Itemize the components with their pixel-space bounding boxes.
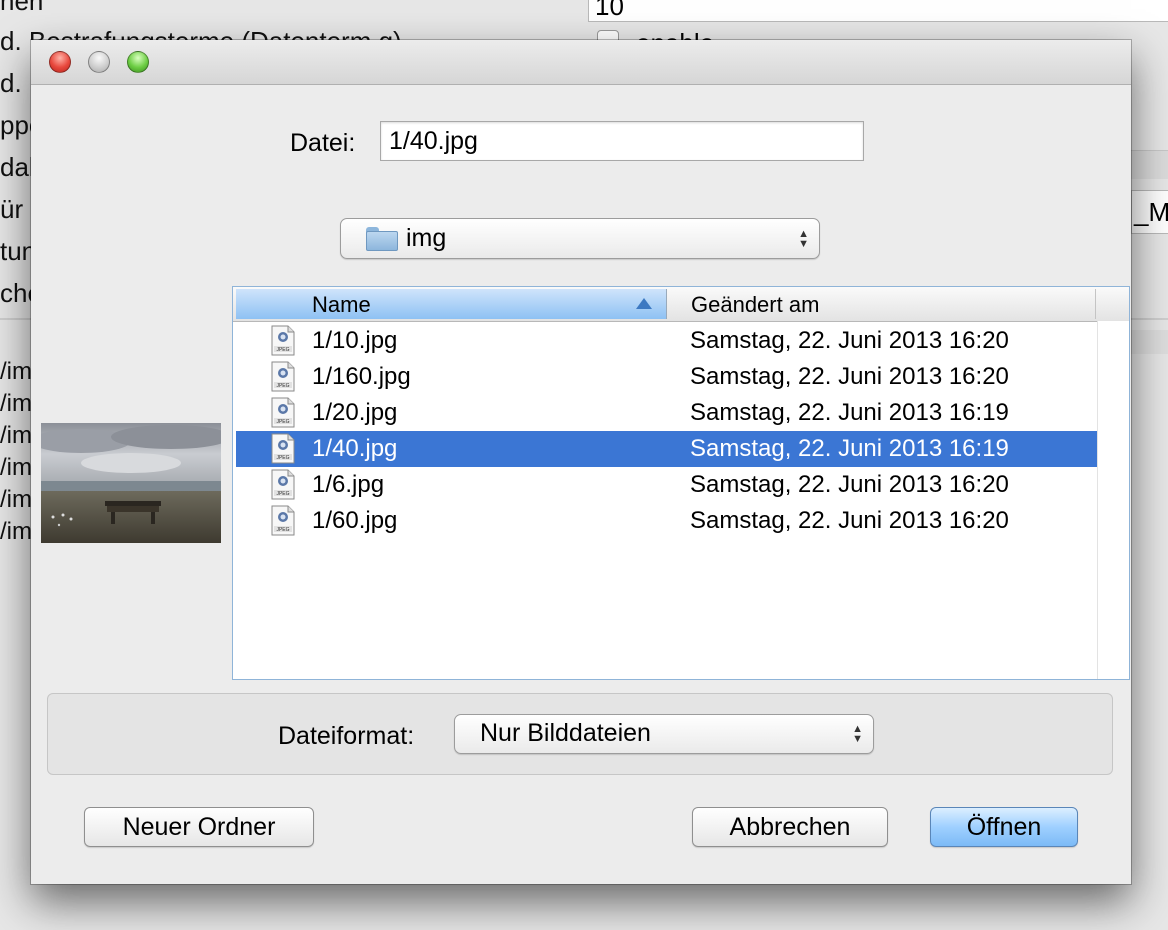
column-header-name[interactable]: Name — [236, 289, 667, 319]
bg-path-item: /im — [0, 422, 32, 449]
file-name-input[interactable] — [380, 121, 864, 161]
bg-text-field[interactable]: _Mu — [1131, 190, 1168, 234]
file-row[interactable]: JPEG 1/40.jpg Samstag, 22. Juni 2013 16:19 — [236, 431, 1098, 467]
file-name: 1/60.jpg — [312, 507, 398, 534]
column-header-modified[interactable]: Geändert am — [667, 289, 1096, 319]
file-format-panel: Dateiformat: Nur Bilddateien ▲ ▼ — [47, 693, 1113, 775]
svg-text:JPEG: JPEG — [276, 347, 289, 353]
popup-arrows-icon: ▲ ▼ — [852, 723, 863, 745]
file-name: 1/40.jpg — [312, 435, 398, 462]
file-modified-date: Samstag, 22. Juni 2013 16:20 — [690, 363, 1009, 390]
svg-text:JPEG: JPEG — [276, 491, 289, 497]
file-row[interactable]: JPEG 1/6.jpg Samstag, 22. Juni 2013 16:20 — [236, 467, 1098, 503]
file-list[interactable]: Name Geändert am JPEG 1/10.jpg Samstag, 22… — [232, 286, 1130, 680]
new-folder-button[interactable]: Neuer Ordner — [84, 807, 314, 847]
image-preview — [41, 423, 221, 543]
column-header-label: Name — [312, 292, 371, 317]
bg-label: dal — [0, 152, 35, 182]
jpeg-file-icon: JPEG — [271, 397, 295, 428]
open-button[interactable]: Öffnen — [930, 807, 1078, 847]
file-name: 1/6.jpg — [312, 471, 385, 498]
vertical-scrollbar[interactable] — [1097, 321, 1129, 679]
jpeg-file-icon: JPEG — [271, 325, 295, 356]
file-format-value: Nur Bilddateien — [480, 719, 651, 747]
svg-text:JPEG: JPEG — [276, 419, 289, 425]
file-row[interactable]: JPEG 1/20.jpg Samstag, 22. Juni 2013 16:19 — [236, 395, 1098, 431]
close-button[interactable] — [49, 51, 71, 73]
file-row[interactable]: JPEG 1/160.jpg Samstag, 22. Juni 2013 16:2… — [236, 359, 1098, 395]
open-file-dialog: Datei: img ▲▼ — [31, 40, 1131, 884]
svg-text:JPEG: JPEG — [276, 455, 289, 461]
file-format-label: Dateiformat: — [278, 722, 415, 750]
dialog-titlebar[interactable] — [31, 40, 1131, 85]
column-header-label: Geändert am — [691, 292, 820, 317]
file-modified-date: Samstag, 22. Juni 2013 16:20 — [690, 507, 1009, 534]
cancel-button[interactable]: Abbrechen — [692, 807, 888, 847]
bg-path-item: /im — [0, 358, 32, 385]
folder-popup-value: img — [406, 224, 447, 252]
jpeg-file-icon: JPEG — [271, 433, 295, 464]
file-modified-date: Samstag, 22. Juni 2013 16:20 — [690, 471, 1009, 498]
bg-text-field[interactable]: 10 — [588, 0, 1168, 22]
svg-text:JPEG: JPEG — [276, 527, 289, 533]
bg-label: hen — [0, 0, 44, 16]
sort-ascending-icon — [636, 298, 652, 309]
folder-popup[interactable]: img ▲ ▼ — [340, 218, 820, 259]
folder-icon — [366, 227, 398, 251]
file-name-label: Datei: — [290, 129, 356, 157]
file-name: 1/20.jpg — [312, 399, 398, 426]
bg-panel — [1131, 330, 1168, 354]
popup-arrows-icon: ▲ ▼ — [798, 227, 809, 250]
file-format-popup[interactable]: Nur Bilddateien ▲ ▼ — [454, 714, 874, 754]
file-name: 1/160.jpg — [312, 363, 411, 390]
file-name: 1/10.jpg — [312, 327, 398, 354]
bg-path-item: /im — [0, 390, 32, 417]
file-modified-date: Samstag, 22. Juni 2013 16:19 — [690, 399, 1009, 426]
zoom-button[interactable] — [127, 51, 149, 73]
jpeg-file-icon: JPEG — [271, 361, 295, 392]
bg-partial-text: _Mu — [1134, 197, 1168, 227]
bg-field-value: 10 — [595, 0, 624, 21]
file-modified-date: Samstag, 22. Juni 2013 16:20 — [690, 327, 1009, 354]
bg-path-item: /im — [0, 454, 32, 481]
bg-path-item: /im — [0, 518, 32, 545]
table-header: Name Geändert am — [233, 287, 1129, 322]
file-row[interactable]: JPEG 1/60.jpg Samstag, 22. Juni 2013 16:20 — [236, 503, 1098, 539]
jpeg-file-icon: JPEG — [271, 469, 295, 500]
file-modified-date: Samstag, 22. Juni 2013 16:19 — [690, 435, 1009, 462]
minimize-button[interactable] — [88, 51, 110, 73]
file-row[interactable]: JPEG 1/10.jpg Samstag, 22. Juni 2013 16:20 — [236, 323, 1098, 359]
bg-panel — [1131, 150, 1168, 179]
jpeg-file-icon: JPEG — [271, 505, 295, 536]
svg-text:JPEG: JPEG — [276, 383, 289, 389]
bg-path-item: /im — [0, 486, 32, 513]
